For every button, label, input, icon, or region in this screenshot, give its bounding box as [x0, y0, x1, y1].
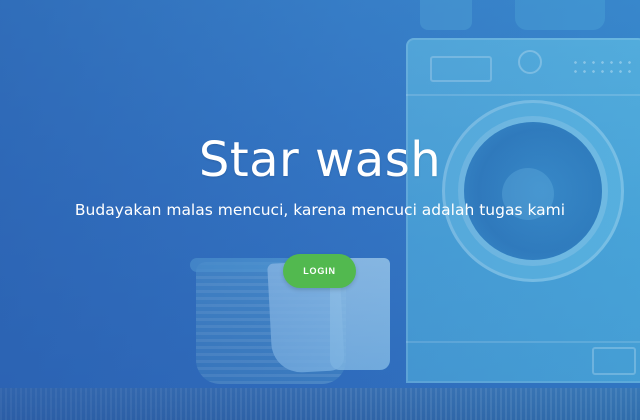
hero-title: Star wash [198, 132, 442, 188]
login-button[interactable]: LOGIN [283, 254, 356, 288]
hero-subtitle: Budayakan malas mencuci, karena mencuci … [74, 201, 566, 219]
hero-section: Star wash Budayakan malas mencuci, karen… [0, 0, 640, 420]
